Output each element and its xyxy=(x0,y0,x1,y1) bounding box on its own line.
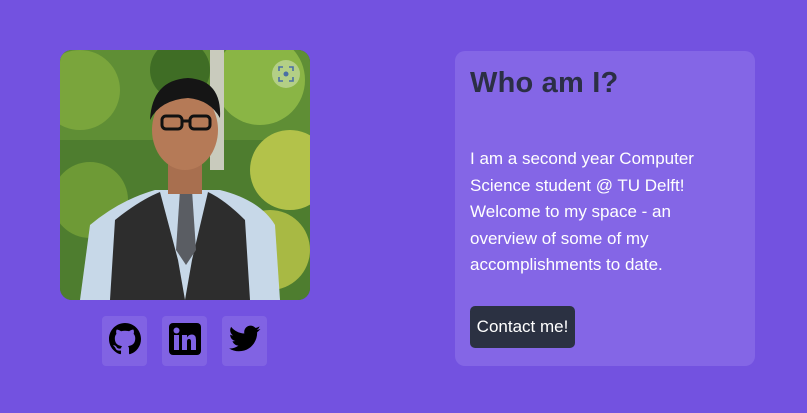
social-links xyxy=(102,316,267,366)
github-link[interactable] xyxy=(102,316,147,366)
about-card: Who am I? I am a second year Computer Sc… xyxy=(455,51,755,366)
about-title: Who am I? xyxy=(470,67,619,99)
about-description: I am a second year Computer Science stud… xyxy=(470,149,694,274)
twitter-icon xyxy=(228,325,261,358)
linkedin-link[interactable] xyxy=(162,316,207,366)
contact-button[interactable]: Contact me! xyxy=(470,306,575,348)
twitter-link[interactable] xyxy=(222,316,267,366)
linkedin-icon xyxy=(168,322,201,360)
scan-icon[interactable] xyxy=(272,60,300,88)
github-icon xyxy=(108,322,141,360)
profile-photo xyxy=(60,50,310,300)
